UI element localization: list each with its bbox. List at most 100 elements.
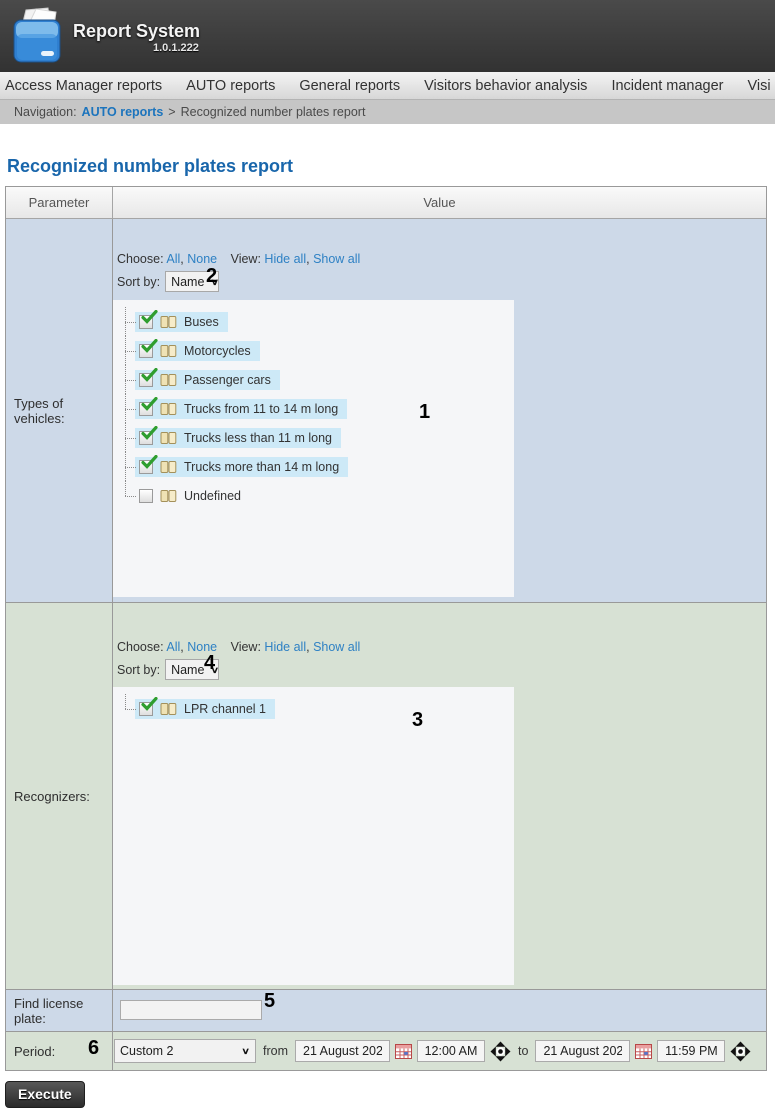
annotation-4: 4 — [204, 652, 215, 675]
checkbox[interactable] — [139, 702, 153, 716]
report-system-page: Report System 1.0.1.222 Access Manager r… — [0, 0, 775, 1111]
checkbox[interactable] — [139, 460, 153, 474]
row-period: Period: Custom 2 ∨ from — [6, 1032, 766, 1070]
breadcrumb: Navigation: AUTO reports > Recognized nu… — [0, 100, 775, 124]
time-spinner-icon[interactable] — [490, 1041, 511, 1062]
row-find-license-plate: Find license plate: — [6, 990, 766, 1032]
period-preset-select[interactable]: Custom 2 ∨ — [114, 1039, 256, 1063]
breadcrumb-current: Recognized number plates report — [181, 105, 366, 119]
tree-item-label: Passenger cars — [184, 373, 271, 387]
checkbox[interactable] — [139, 431, 153, 445]
nav-tab[interactable]: Incident manager — [611, 78, 723, 94]
breadcrumb-label: Navigation: — [14, 105, 77, 119]
breadcrumb-link-auto-reports[interactable]: AUTO reports — [82, 105, 164, 119]
column-header-parameter: Parameter — [6, 187, 113, 218]
sort-select-value: Name — [171, 663, 204, 677]
checkbox[interactable] — [139, 402, 153, 416]
view-label: View: — [231, 252, 261, 266]
recognizers-label: Recognizers: — [6, 603, 113, 989]
tree-item-box: Buses — [135, 312, 228, 332]
nav-tab[interactable]: Access Manager reports — [5, 78, 162, 94]
folder-icon — [160, 373, 177, 387]
vehicles-choose-all-link[interactable]: All — [166, 252, 180, 266]
find-license-plate-input[interactable] — [120, 1000, 262, 1020]
choose-label: Choose: — [117, 640, 164, 654]
vehicle-tree-item[interactable]: Trucks more than 14 m long — [123, 452, 514, 481]
column-header-value: Value — [113, 187, 766, 218]
choose-label: Choose: — [117, 252, 164, 266]
tree-item-label: Undefined — [184, 489, 241, 503]
vehicle-tree-item[interactable]: Undefined — [123, 481, 514, 510]
vehicles-choose-none-link[interactable]: None — [187, 252, 217, 266]
from-time-input[interactable] — [417, 1040, 485, 1062]
vehicles-show-all-link[interactable]: Show all — [313, 252, 360, 266]
annotation-1: 1 — [419, 401, 430, 424]
folder-icon — [160, 489, 177, 503]
sort-select-value: Name — [171, 275, 204, 289]
folder-icon — [160, 702, 177, 716]
vehicle-tree-item[interactable]: Passenger cars — [123, 365, 514, 394]
types-of-vehicles-label: Types of vehicles: — [6, 219, 113, 602]
from-date-input[interactable] — [295, 1040, 390, 1062]
tree-item-box: Undefined — [135, 486, 250, 506]
parameters-table: Parameter Value Types of vehicles: Choos… — [5, 186, 767, 1071]
checkbox[interactable] — [139, 489, 153, 503]
recognizers-choose-line: Choose: All, None View: Hide all, Show a… — [117, 640, 360, 654]
folder-icon — [160, 344, 177, 358]
folder-icon — [160, 460, 177, 474]
checkbox[interactable] — [139, 344, 153, 358]
tree-item-label: Trucks less than 11 m long — [184, 431, 332, 445]
app-title: Report System — [73, 21, 200, 42]
tree-item-label: Trucks more than 14 m long — [184, 460, 339, 474]
vehicles-tree-panel: Buses — [113, 300, 514, 597]
recognizer-tree-item[interactable]: LPR channel 1 — [123, 694, 514, 723]
tree-item-box: Passenger cars — [135, 370, 280, 390]
tree-item-box: Trucks from 11 to 14 m long — [135, 399, 347, 419]
tree-item-label: Motorcycles — [184, 344, 251, 358]
row-recognizers: Recognizers: Choose: All, None View: Hid… — [6, 603, 766, 990]
to-time-input[interactable] — [657, 1040, 725, 1062]
recognizers-choose-all-link[interactable]: All — [166, 640, 180, 654]
vehicles-choose-line: Choose: All, None View: Hide all, Show a… — [117, 252, 360, 266]
recognizers-hide-all-link[interactable]: Hide all — [264, 640, 306, 654]
tree-item-box: Trucks less than 11 m long — [135, 428, 341, 448]
tree-item-label: LPR channel 1 — [184, 702, 266, 716]
period-from-label: from — [263, 1044, 288, 1058]
folder-icon — [160, 402, 177, 416]
vehicle-tree-item[interactable]: Trucks less than 11 m long — [123, 423, 514, 452]
tree-item-box: LPR channel 1 — [135, 699, 275, 719]
page-title: Recognized number plates report — [7, 156, 293, 177]
vehicles-hide-all-link[interactable]: Hide all — [264, 252, 306, 266]
checkbox[interactable] — [139, 373, 153, 387]
main-nav: Access Manager reports AUTO reports Genera… — [0, 72, 775, 100]
find-license-plate-value — [113, 990, 766, 1031]
folder-icon — [160, 431, 177, 445]
nav-tab[interactable]: General reports — [299, 78, 400, 94]
period-to-label: to — [518, 1044, 528, 1058]
vehicle-tree-item[interactable]: Motorcycles — [123, 336, 514, 365]
nav-tab[interactable]: AUTO reports — [186, 78, 275, 94]
breadcrumb-separator: > — [168, 105, 175, 119]
app-version: 1.0.1.222 — [153, 42, 200, 54]
annotation-5: 5 — [264, 990, 275, 1013]
period-preset-value: Custom 2 — [120, 1044, 174, 1058]
app-logo-icon — [8, 4, 66, 71]
execute-button[interactable]: Execute — [5, 1081, 85, 1108]
period-value: Custom 2 ∨ from — [113, 1032, 766, 1070]
find-license-plate-label: Find license plate: — [6, 990, 113, 1031]
nav-tab[interactable]: Visitors behavior analysis — [424, 78, 587, 94]
recognizers-show-all-link[interactable]: Show all — [313, 640, 360, 654]
to-date-input[interactable] — [535, 1040, 630, 1062]
period-controls: Custom 2 ∨ from — [113, 1032, 766, 1070]
nav-tab[interactable]: Visi — [747, 78, 770, 94]
annotation-2: 2 — [206, 265, 217, 288]
calendar-icon[interactable] — [635, 1044, 652, 1059]
tree-item-box: Motorcycles — [135, 341, 260, 361]
vehicle-tree-item[interactable]: Buses — [123, 307, 514, 336]
time-spinner-icon[interactable] — [730, 1041, 751, 1062]
calendar-icon[interactable] — [395, 1044, 412, 1059]
chevron-down-icon: ∨ — [241, 1046, 250, 1057]
app-title-block: Report System 1.0.1.222 — [73, 21, 200, 54]
vehicle-tree-item[interactable]: Trucks from 11 to 14 m long — [123, 394, 514, 423]
checkbox[interactable] — [139, 315, 153, 329]
